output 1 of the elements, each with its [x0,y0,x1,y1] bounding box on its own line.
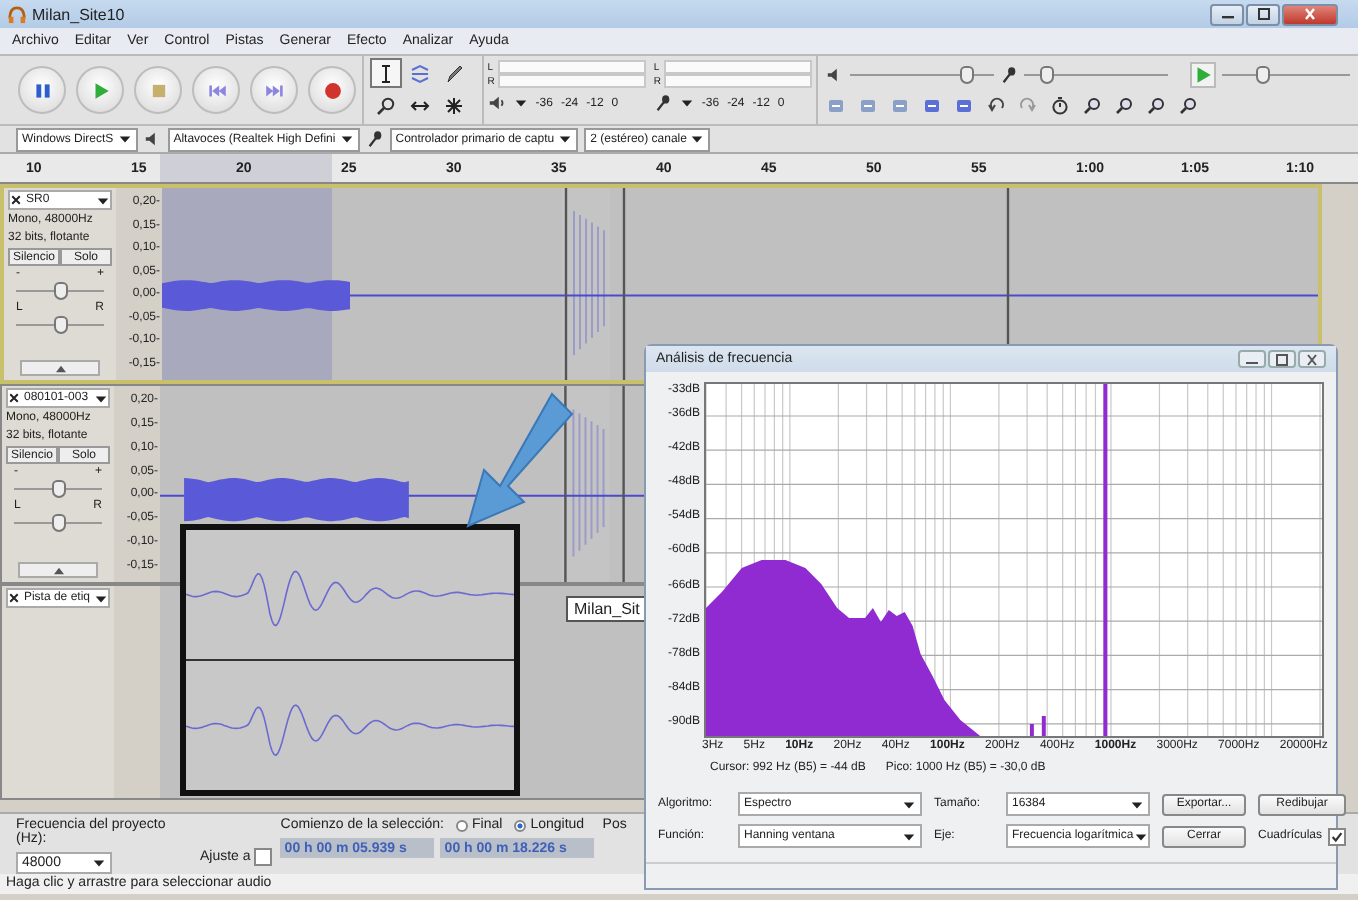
window-title: Milan_Site10 [32,5,127,23]
